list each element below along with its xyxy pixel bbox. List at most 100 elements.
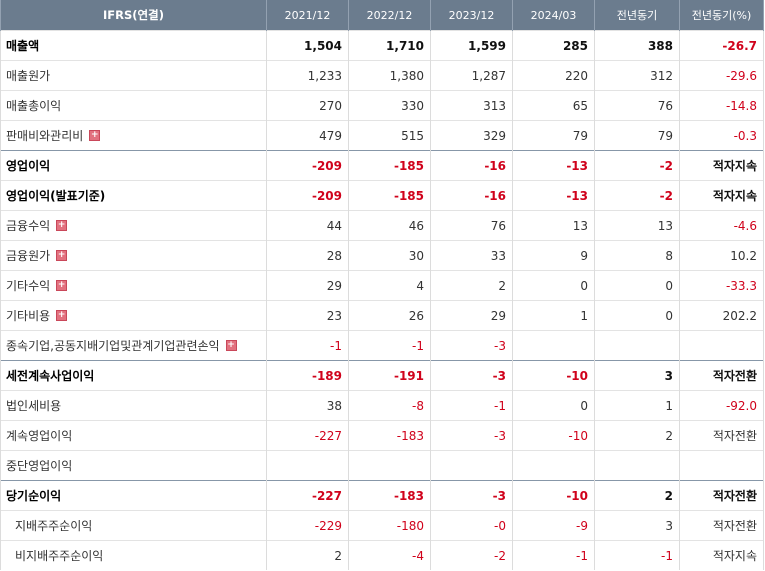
row-cost-of-sales: 매출원가 1,233 1,380 1,287 220 312 -29.6 (0, 60, 764, 91)
header-col-2024-03: 2024/03 (512, 0, 595, 31)
row-equity-method-income: 종속기업,공동지배기업및관계기업관련손익 + -1 -1 -3 (0, 330, 764, 361)
cell: 29 (266, 270, 349, 301)
row-finance-cost: 금융원가 + 28 30 33 9 8 10.2 (0, 240, 764, 271)
cell: 0 (512, 390, 595, 421)
cell (679, 330, 764, 361)
cell: 329 (430, 120, 513, 151)
header-col-prev-period: 전년동기 (594, 0, 680, 31)
row-label-cell: 종속기업,공동지배기업및관계기업관련손익 + (0, 330, 267, 361)
cell: 79 (512, 120, 595, 151)
header-col-2023-12: 2023/12 (430, 0, 513, 31)
row-label: 금융수익 (6, 219, 51, 233)
header-row: IFRS(연결) 2021/12 2022/12 2023/12 2024/03… (0, 0, 764, 31)
cell: -92.0 (679, 390, 764, 421)
cell: -29.6 (679, 60, 764, 91)
cell: 2 (266, 540, 349, 570)
cell: 10.2 (679, 240, 764, 271)
cell: -16 (430, 180, 513, 211)
expand-icon[interactable]: + (56, 220, 68, 231)
expand-icon[interactable]: + (56, 310, 68, 321)
cell: -227 (266, 480, 349, 511)
cell: -3 (430, 420, 513, 451)
row-label-cell: 기타수익 + (0, 270, 267, 301)
cell: 3 (594, 360, 680, 391)
cell: 285 (512, 30, 595, 61)
row-label: 법인세비용 (0, 390, 267, 421)
row-pretax-income: 세전계속사업이익 -189 -191 -3 -10 3 적자전환 (0, 360, 764, 391)
row-label: 종속기업,공동지배기업및관계기업관련손익 (6, 339, 220, 353)
cell: -10 (512, 480, 595, 511)
cell: -209 (266, 150, 349, 181)
cell: 1,504 (266, 30, 349, 61)
cell: -1 (594, 540, 680, 570)
cell: -189 (266, 360, 349, 391)
header-row-label: IFRS(연결) (0, 0, 267, 31)
cell: -16 (430, 150, 513, 181)
expand-icon[interactable]: + (56, 250, 68, 261)
cell: 9 (512, 240, 595, 271)
cell: 4 (348, 270, 431, 301)
row-sga: 판매비와관리비 + 479 515 329 79 79 -0.3 (0, 120, 764, 151)
cell: 적자지속 (679, 180, 764, 211)
expand-icon[interactable]: + (56, 280, 68, 291)
cell: 479 (266, 120, 349, 151)
cell: -3 (430, 480, 513, 511)
cell: 270 (266, 90, 349, 121)
cell: 23 (266, 300, 349, 331)
cell: -229 (266, 510, 349, 541)
cell: 3 (594, 510, 680, 541)
row-gross-profit: 매출총이익 270 330 313 65 76 -14.8 (0, 90, 764, 121)
expand-icon[interactable]: + (89, 130, 101, 141)
row-label: 비지배주주순이익 (0, 540, 267, 570)
row-label: 계속영업이익 (0, 420, 267, 451)
cell: 29 (430, 300, 513, 331)
cell: -2 (594, 150, 680, 181)
row-label: 지배주주순이익 (0, 510, 267, 541)
row-label: 매출액 (0, 30, 267, 61)
cell: 46 (348, 210, 431, 241)
cell (679, 450, 764, 481)
cell (512, 330, 595, 361)
cell: -1 (266, 330, 349, 361)
cell: 76 (430, 210, 513, 241)
row-label: 기타비용 (6, 309, 51, 323)
row-label: 영업이익 (0, 150, 267, 181)
header-col-2021-12: 2021/12 (266, 0, 349, 31)
row-other-income: 기타수익 + 29 4 2 0 0 -33.3 (0, 270, 764, 301)
cell: -1 (348, 330, 431, 361)
row-label: 영업이익(발표기준) (0, 180, 267, 211)
cell: -9 (512, 510, 595, 541)
cell: 1 (512, 300, 595, 331)
cell: -191 (348, 360, 431, 391)
row-other-expense: 기타비용 + 23 26 29 1 0 202.2 (0, 300, 764, 331)
cell: 388 (594, 30, 680, 61)
cell: 0 (594, 300, 680, 331)
cell: 76 (594, 90, 680, 121)
cell: -10 (512, 420, 595, 451)
cell (594, 450, 680, 481)
row-label: 매출총이익 (0, 90, 267, 121)
cell: 8 (594, 240, 680, 271)
cell: 515 (348, 120, 431, 151)
cell: 적자전환 (679, 480, 764, 511)
row-revenue: 매출액 1,504 1,710 1,599 285 388 -26.7 (0, 30, 764, 61)
row-continuing-income: 계속영업이익 -227 -183 -3 -10 2 적자전환 (0, 420, 764, 451)
cell: 2 (430, 270, 513, 301)
cell (430, 450, 513, 481)
row-discontinued-income: 중단영업이익 (0, 450, 764, 481)
cell: 1 (594, 390, 680, 421)
cell: -8 (348, 390, 431, 421)
expand-icon[interactable]: + (225, 340, 237, 351)
cell: 26 (348, 300, 431, 331)
cell (266, 450, 349, 481)
cell: -10 (512, 360, 595, 391)
cell: -1 (430, 390, 513, 421)
row-controlling-net-income: 지배주주순이익 -229 -180 -0 -9 3 적자전환 (0, 510, 764, 541)
cell: 2 (594, 480, 680, 511)
cell: -14.8 (679, 90, 764, 121)
header-col-2022-12: 2022/12 (348, 0, 431, 31)
row-label-cell: 기타비용 + (0, 300, 267, 331)
cell: -185 (348, 180, 431, 211)
cell: -13 (512, 180, 595, 211)
cell: -2 (594, 180, 680, 211)
